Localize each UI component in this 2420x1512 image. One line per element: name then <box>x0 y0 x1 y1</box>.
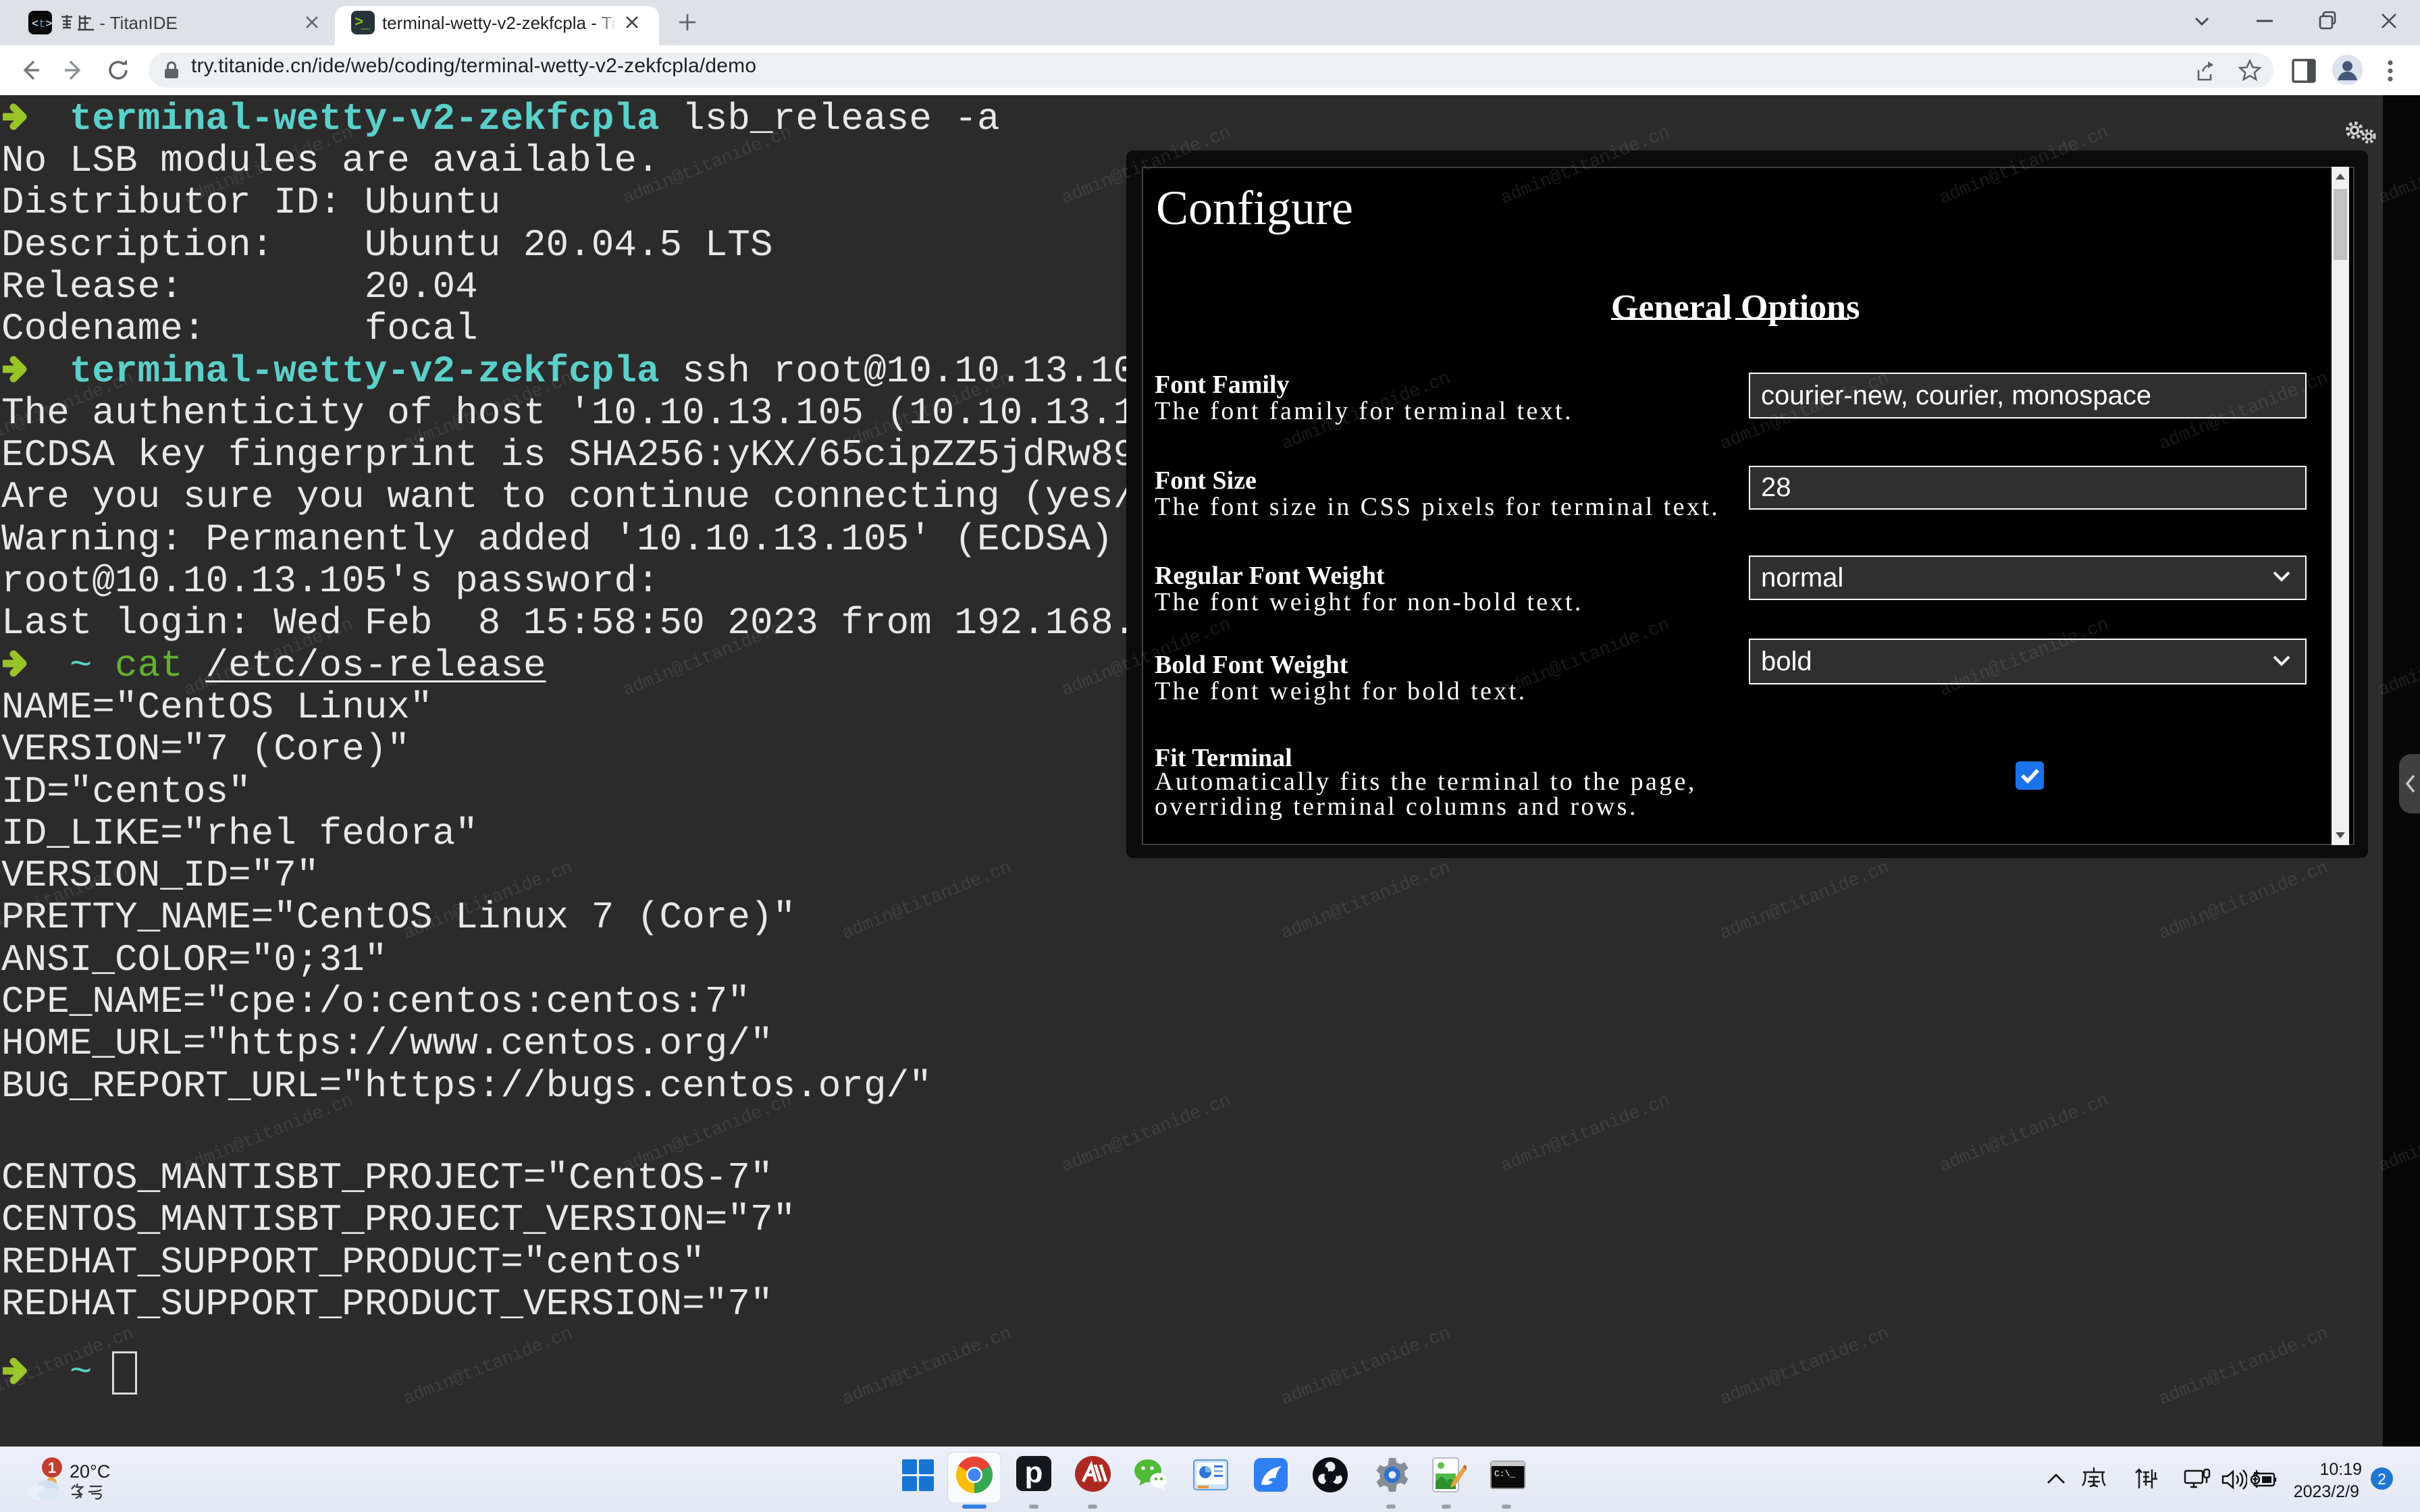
svg-text:C:\_: C:\_ <box>1494 1469 1515 1479</box>
